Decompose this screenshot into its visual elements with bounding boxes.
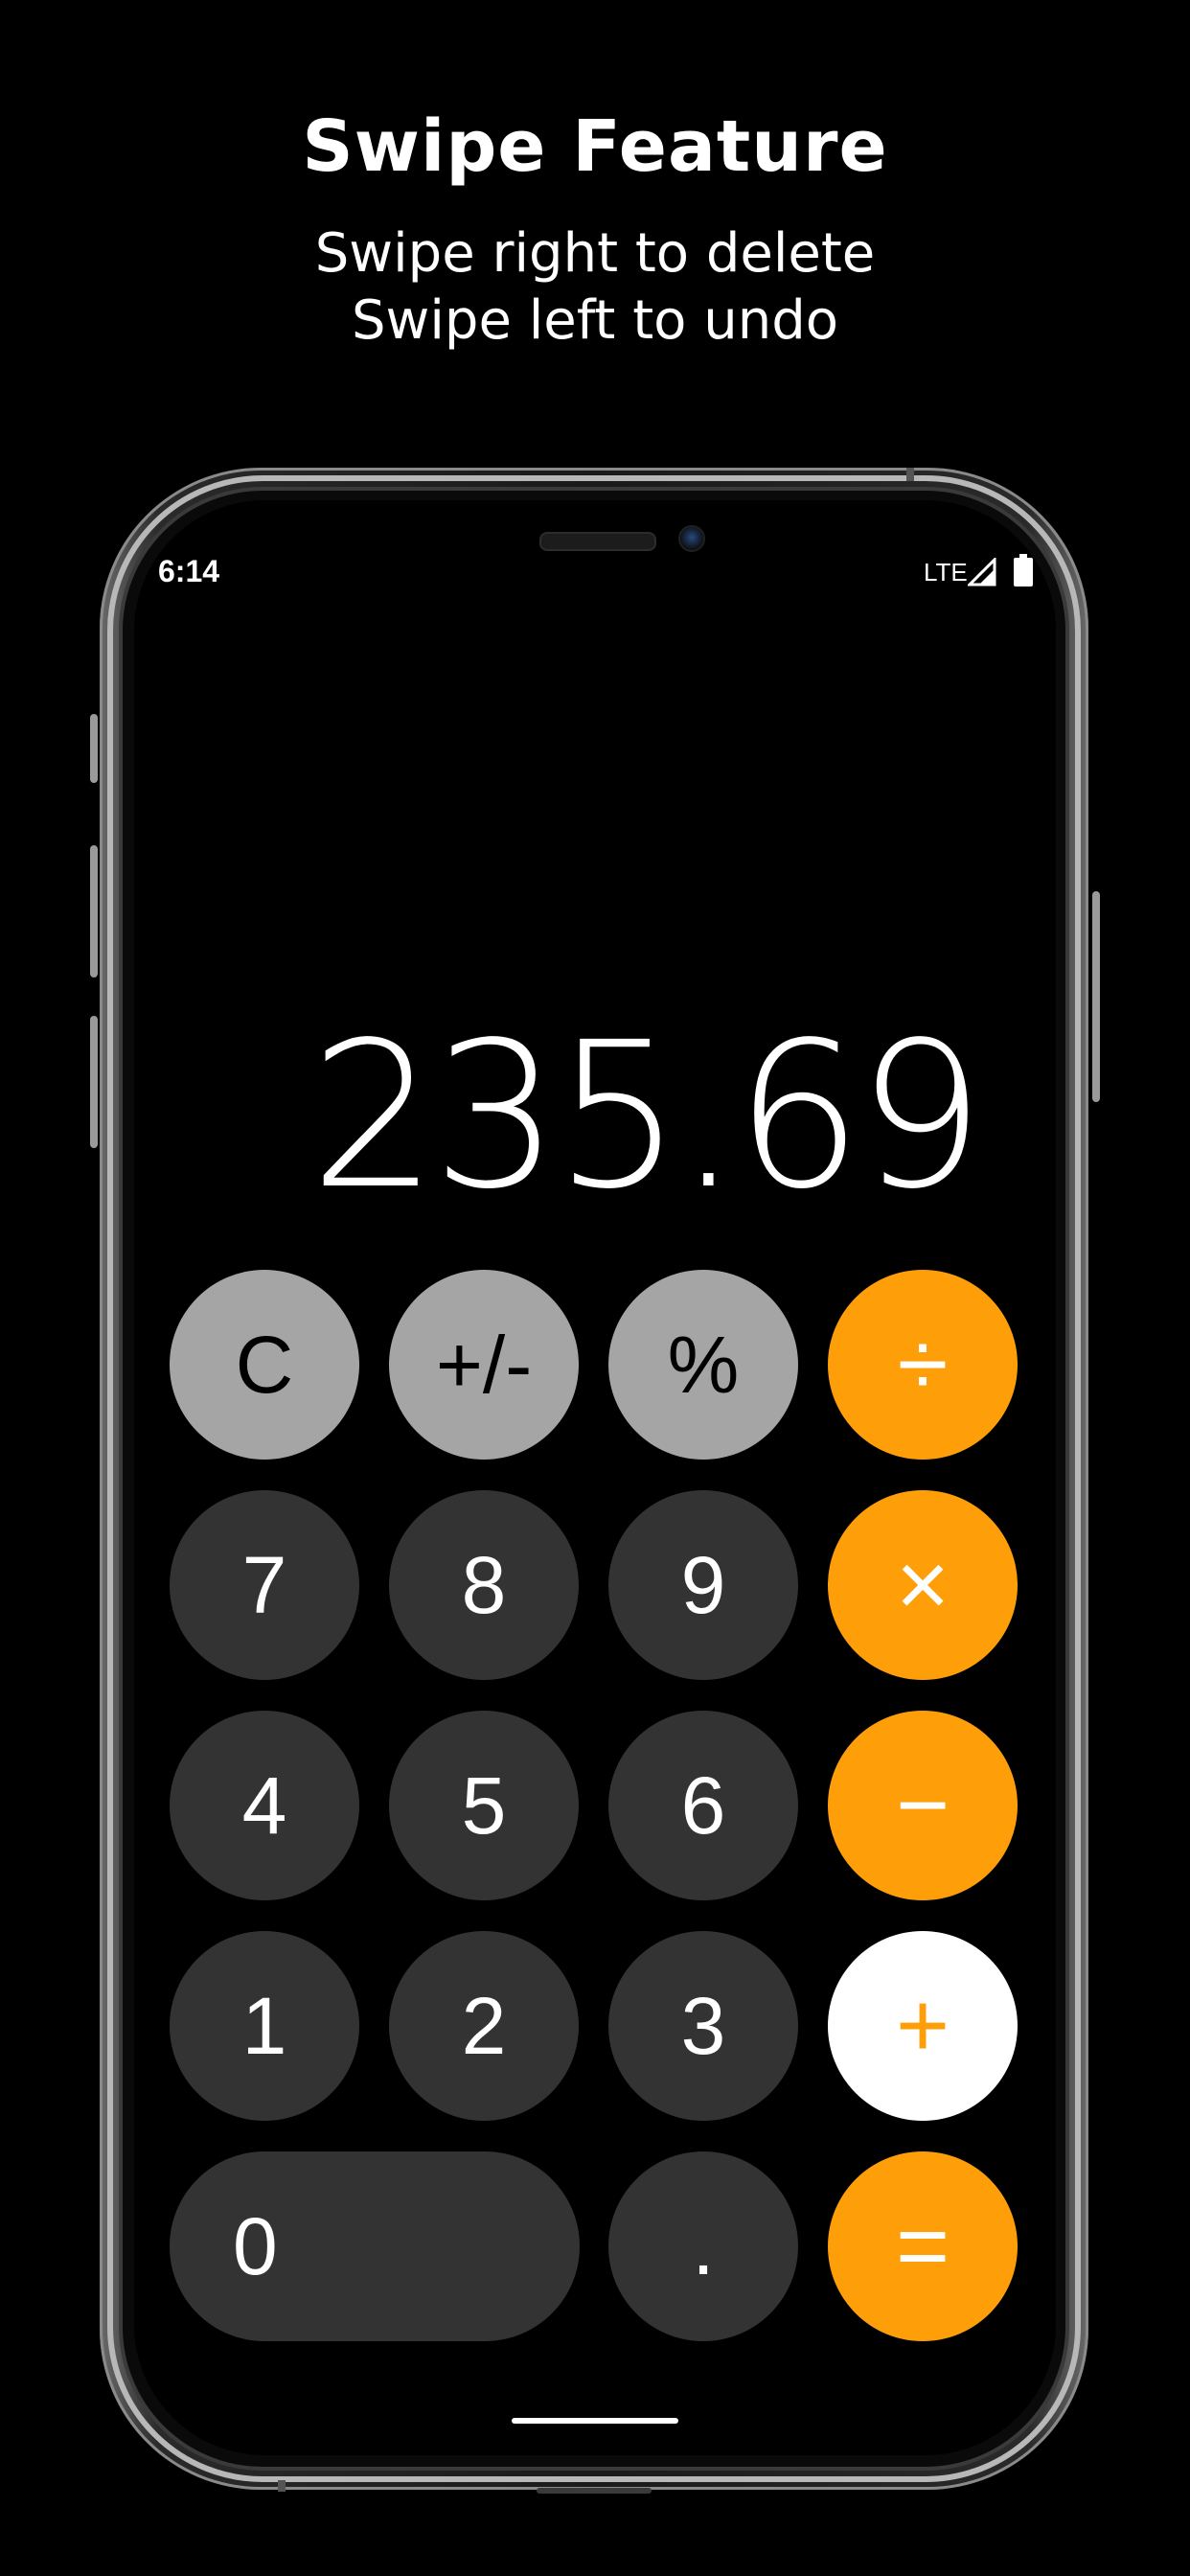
- battery-icon: [1014, 554, 1033, 586]
- earpiece-speaker: [539, 532, 656, 551]
- sign-toggle-button[interactable]: +/-: [389, 1270, 579, 1460]
- subtract-button[interactable]: −: [828, 1711, 1018, 1900]
- side-button-volume-up: [90, 845, 98, 978]
- decimal-button[interactable]: .: [608, 2151, 798, 2341]
- digit-5-button[interactable]: 5: [389, 1711, 579, 1900]
- home-indicator[interactable]: [512, 2418, 678, 2424]
- calculator-display: 235.69: [309, 999, 985, 1233]
- status-network: LTE: [924, 558, 968, 586]
- percent-button[interactable]: %: [608, 1270, 798, 1460]
- digit-8-button[interactable]: 8: [389, 1490, 579, 1680]
- clear-button[interactable]: C: [170, 1270, 359, 1460]
- digit-0-button[interactable]: 0: [170, 2151, 580, 2341]
- promo-title: Swipe Feature: [302, 105, 888, 188]
- frame-antenna-line-bottom: [278, 2480, 286, 2492]
- digit-6-button[interactable]: 6: [608, 1711, 798, 1900]
- digit-9-button[interactable]: 9: [608, 1490, 798, 1680]
- divide-button[interactable]: ÷: [828, 1270, 1018, 1460]
- promo-line-1: Swipe right to delete: [314, 222, 876, 285]
- add-button[interactable]: +: [828, 1931, 1018, 2121]
- digit-7-button[interactable]: 7: [170, 1490, 359, 1680]
- frame-antenna-line: [906, 468, 914, 481]
- signal-icon: [968, 558, 996, 586]
- digit-3-button[interactable]: 3: [608, 1931, 798, 2121]
- digit-2-button[interactable]: 2: [389, 1931, 579, 2121]
- status-time: 6:14: [158, 554, 220, 588]
- multiply-button[interactable]: ×: [828, 1490, 1018, 1680]
- promo-line-2: Swipe left to undo: [351, 289, 839, 352]
- digit-1-button[interactable]: 1: [170, 1931, 359, 2121]
- side-button-power: [1092, 891, 1100, 1102]
- side-button-mute: [90, 714, 98, 783]
- side-button-volume-down: [90, 1016, 98, 1148]
- frame-bottom-slot: [537, 2488, 652, 2494]
- equals-button[interactable]: =: [828, 2151, 1018, 2341]
- front-camera-icon: [678, 525, 705, 552]
- digit-4-button[interactable]: 4: [170, 1711, 359, 1900]
